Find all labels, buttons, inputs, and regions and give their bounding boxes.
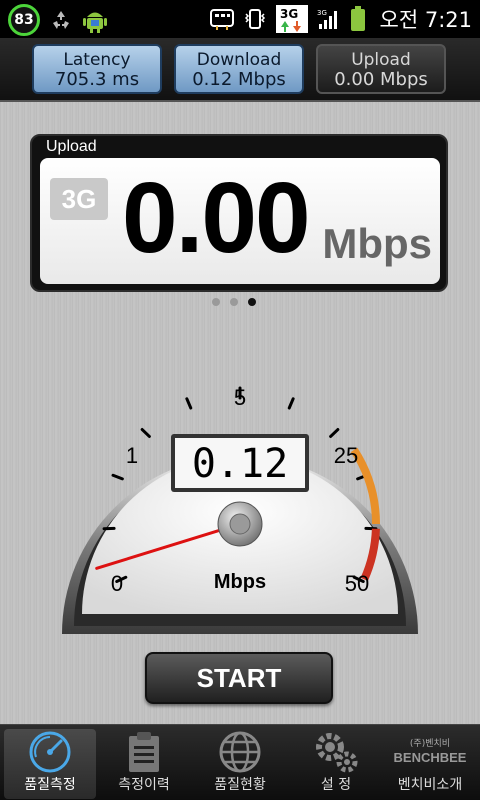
3g-icon: 3G [275, 5, 309, 33]
signal-icon: 3G [316, 6, 342, 32]
tab-upload[interactable]: Upload 0.00 Mbps [316, 44, 446, 94]
nav-item-about[interactable]: (주)벤치비 BENCHBEE 벤치비소개 [384, 729, 476, 799]
tab-upload-label: Upload [351, 50, 411, 70]
tab-download-value: 0.12 Mbps [192, 69, 286, 90]
gears-icon [290, 729, 382, 775]
gauge-tick [140, 428, 151, 438]
page-dot-active[interactable] [248, 298, 256, 306]
battery-level-text: 83 [14, 12, 34, 28]
battery-level-indicator: 83 [8, 4, 40, 36]
gauge-label-5: 5 [234, 385, 246, 410]
benchbee-logo-small: (주)벤치비 [409, 738, 451, 749]
gauge-tick [287, 397, 295, 410]
network-type-badge: 3G [50, 178, 108, 220]
tab-upload-value: 0.00 Mbps [334, 69, 428, 90]
nav-label: 품질측정 [24, 777, 76, 793]
benchbee-logo-brand: BENCHBEE [393, 749, 467, 765]
svg-text:3G: 3G [317, 9, 327, 17]
nav-item-settings[interactable]: 설 정 [290, 729, 382, 799]
speed-gauge: 0 1 5 25 50 0.12 Mbps [61, 385, 418, 634]
gauge-tick [111, 473, 124, 481]
tab-latency[interactable]: Latency 705.3 ms [32, 44, 162, 94]
gauge-icon [4, 729, 96, 775]
nav-item-quality-status[interactable]: 품질현황 [194, 729, 286, 799]
gauge-tick [185, 397, 193, 410]
metric-tabs: Latency 705.3 ms Download 0.12 Mbps Uplo… [0, 38, 480, 102]
nav-label: 품질현황 [214, 777, 266, 793]
benchbee-logo-icon: (주)벤치비 BENCHBEE [384, 729, 476, 775]
tab-latency-value: 705.3 ms [54, 69, 140, 90]
bottom-navigation: 품질측정 측정이력 품질현황 설 정 (주)벤치비 BENCHBEE 벤치비소개 [0, 724, 480, 800]
sim-icon [209, 6, 235, 32]
svg-text:3G: 3G [280, 7, 298, 21]
gauge-label-50: 50 [345, 571, 369, 596]
clock-ampm: 오전 [379, 8, 419, 32]
gauge-tick [329, 428, 340, 438]
start-button[interactable]: START [145, 652, 333, 704]
result-panel-title: Upload [46, 138, 97, 155]
nav-label: 측정이력 [118, 777, 170, 793]
measurement-area: Upload 3G 0.00 Mbps 0 1 5 25 50 0.12 Mbp… [0, 102, 480, 724]
globe-icon [194, 729, 286, 775]
gauge-label-0: 0 [111, 571, 123, 596]
result-panel: Upload 3G 0.00 Mbps [30, 134, 448, 292]
clock-time: 7:21 [424, 8, 472, 32]
gauge-unit: Mbps [214, 571, 266, 593]
tab-latency-label: Latency [63, 50, 131, 70]
gauge-label-25: 25 [334, 443, 358, 468]
nav-item-quality-measure[interactable]: 품질측정 [4, 729, 96, 799]
tab-download[interactable]: Download 0.12 Mbps [174, 44, 304, 94]
gauge-label-1: 1 [126, 443, 138, 468]
page-indicator [212, 298, 256, 306]
nav-label: 설 정 [320, 777, 352, 793]
result-display: 3G 0.00 Mbps [40, 158, 440, 284]
vibrate-icon [242, 6, 268, 32]
nav-item-history[interactable]: 측정이력 [98, 729, 190, 799]
result-unit: Mbps [322, 220, 432, 267]
result-value: 0.00 [122, 162, 311, 274]
gauge-readout-value: 0.12 [192, 441, 288, 487]
android-icon [82, 7, 108, 33]
clipboard-icon [98, 729, 190, 775]
page-dot[interactable] [230, 298, 238, 306]
status-clock: 오전 7:21 [380, 4, 473, 34]
tab-download-label: Download [196, 50, 282, 70]
recycle-icon [48, 7, 74, 33]
status-bar: 83 3G 3G 오전 7:21 [0, 0, 480, 38]
battery-icon [349, 6, 367, 32]
nav-label: 벤치비소개 [397, 777, 463, 793]
page-dot[interactable] [212, 298, 220, 306]
